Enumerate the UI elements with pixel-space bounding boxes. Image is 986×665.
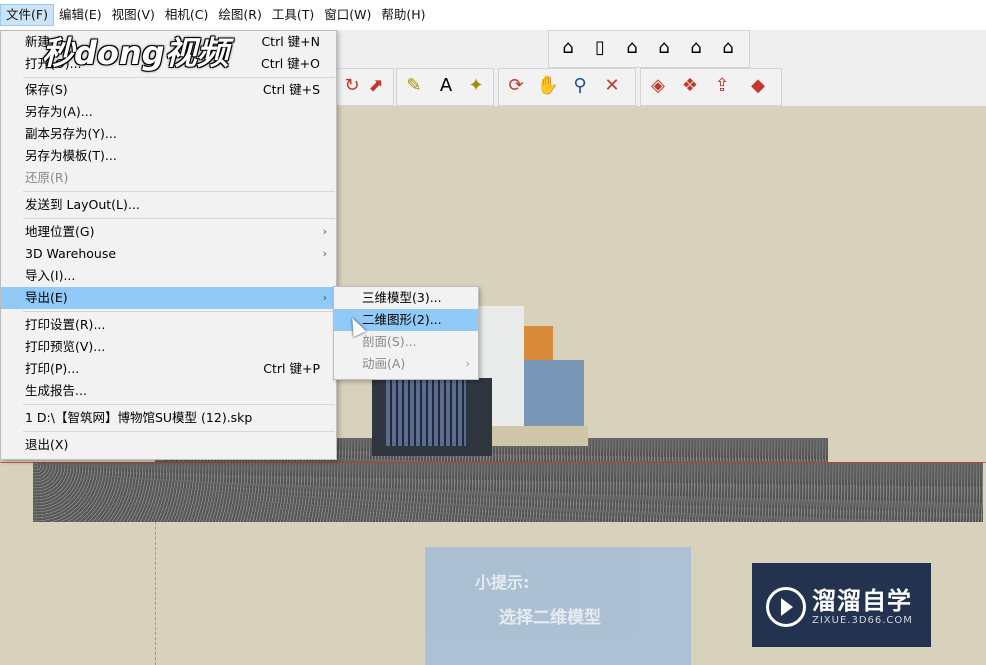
menu-help[interactable]: 帮助(H) — [376, 4, 430, 26]
menu-separator — [23, 431, 335, 432]
text-label-icon[interactable]: A — [433, 73, 459, 99]
menu-item-import[interactable]: 导入(I)... — [1, 265, 336, 287]
menu-item-save-as[interactable]: 另存为(A)... — [1, 101, 336, 123]
follow-me-icon[interactable]: ✦ — [463, 73, 489, 99]
menu-item-3d-warehouse[interactable]: 3D Warehouse › — [1, 243, 336, 265]
iso-view-icon[interactable]: ⌂ — [555, 35, 581, 61]
brand-name: 溜溜自学 — [812, 587, 912, 615]
play-logo-icon — [766, 587, 806, 627]
building-louver-facade — [386, 380, 466, 446]
brand-url: ZIXUE.3D66.COM — [812, 615, 913, 626]
export-icon[interactable]: ⇪ — [709, 73, 735, 99]
tape-measure-icon[interactable]: ✎ — [401, 73, 427, 99]
menu-separator — [23, 404, 335, 405]
materials-icon[interactable]: ❖ — [677, 73, 703, 99]
front-door-view-icon[interactable]: ▯ — [587, 35, 613, 61]
ground-slab — [33, 462, 983, 522]
menu-item-save-copy-as[interactable]: 副本另存为(Y)... — [1, 123, 336, 145]
menu-item-save-as-template[interactable]: 另存为模板(T)... — [1, 145, 336, 167]
brand-badge: 溜溜自学 ZIXUE.3D66.COM — [752, 563, 931, 647]
menu-item-print[interactable]: 打印(P)... Ctrl 键+P — [1, 358, 336, 380]
menu-camera[interactable]: 相机(C) — [160, 4, 213, 26]
menu-item-export[interactable]: 导出(E) › — [1, 287, 336, 309]
left-view-icon[interactable]: ⌂ — [715, 35, 741, 61]
menu-item-print-preview[interactable]: 打印预览(V)... — [1, 336, 336, 358]
menu-separator — [23, 77, 335, 78]
components-icon[interactable]: ◈ — [645, 73, 671, 99]
menu-view[interactable]: 视图(V) — [107, 4, 160, 26]
rotate-icon[interactable]: ↻ — [339, 73, 365, 99]
edit-toolbar: ↻ ⬈ — [336, 68, 394, 106]
submenu-item-animation: 动画(A) › — [334, 353, 478, 375]
menu-tools[interactable]: 工具(T) — [267, 4, 319, 26]
menu-item-revert: 还原(R) — [25, 170, 69, 185]
menu-edit[interactable]: 编辑(E) — [54, 4, 107, 26]
pan-icon[interactable]: ✋ — [535, 73, 561, 99]
right-view-icon[interactable]: ⌂ — [651, 35, 677, 61]
menu-item-print-setup[interactable]: 打印设置(R)... — [1, 314, 336, 336]
menu-item-recent-file[interactable]: 1 D:\【智筑网】博物馆SU模型 (12).skp — [1, 407, 336, 429]
zoom-extents-icon[interactable]: ✕ — [599, 73, 625, 99]
submenu-arrow-icon: › — [322, 291, 327, 304]
video-watermark-logo: 秒dong视频 — [42, 34, 229, 72]
menu-window[interactable]: 窗口(W) — [319, 4, 376, 26]
menu-item-exit[interactable]: 退出(X) — [1, 434, 336, 456]
tip-text: 选择二维模型 — [499, 608, 601, 628]
top-house-view-icon[interactable]: ⌂ — [619, 35, 645, 61]
camera-toolbar: ⟳ ✋ ⚲ ✕ — [498, 68, 636, 106]
building-orange-block — [524, 326, 553, 362]
ruby-icon[interactable]: ◆ — [745, 73, 771, 99]
menu-item-send-to-layout[interactable]: 发送到 LayOut(L)... — [1, 194, 336, 216]
zoom-icon[interactable]: ⚲ — [567, 73, 593, 99]
red-axis-line — [0, 462, 986, 463]
menu-draw[interactable]: 绘图(R) — [213, 4, 266, 26]
menu-separator — [23, 218, 335, 219]
menu-file[interactable]: 文件(F) — [0, 4, 54, 26]
building-glass-facade — [524, 360, 584, 428]
submenu-item-3d-model[interactable]: 三维模型(3)... — [334, 287, 478, 309]
menu-item-geo-location[interactable]: 地理位置(G) › — [1, 221, 336, 243]
file-menu: 新建 Ctrl 键+N 打开(O)... Ctrl 键+O 保存(S) Ctrl 键+… — [0, 30, 337, 460]
menu-separator — [23, 311, 335, 312]
back-view-icon[interactable]: ⌂ — [683, 35, 709, 61]
menu-item-save[interactable]: 保存(S) Ctrl 键+S — [1, 79, 336, 101]
menu-bar: 文件(F) 编辑(E) 视图(V) 相机(C) 绘图(R) 工具(T) 窗口(W… — [0, 0, 986, 31]
views-toolbar: ⌂ ▯ ⌂ ⌂ ⌂ ⌂ — [548, 30, 750, 68]
menu-separator — [23, 191, 335, 192]
toolbar-area: ⌂ ▯ ⌂ ⌂ ⌂ ⌂ ↻ ⬈ ✎ A ✦ ⟳ ✋ ⚲ ✕ ◈ ❖ ⇪ ◆ — [336, 30, 986, 106]
submenu-arrow-icon: › — [322, 247, 327, 260]
scale-icon[interactable]: ⬈ — [363, 73, 389, 99]
submenu-arrow-icon: › — [465, 357, 470, 370]
orbit-icon[interactable]: ⟳ — [503, 73, 529, 99]
construction-toolbar: ✎ A ✦ — [396, 68, 494, 106]
tip-overlay: 小提示: 选择二维模型 — [425, 547, 691, 665]
submenu-arrow-icon: › — [322, 225, 327, 238]
building-terrace — [492, 426, 588, 446]
menu-item-generate-report[interactable]: 生成报告... — [1, 380, 336, 402]
tip-title: 小提示: — [475, 573, 530, 592]
warehouse-toolbar: ◈ ❖ ⇪ ◆ — [640, 68, 782, 106]
